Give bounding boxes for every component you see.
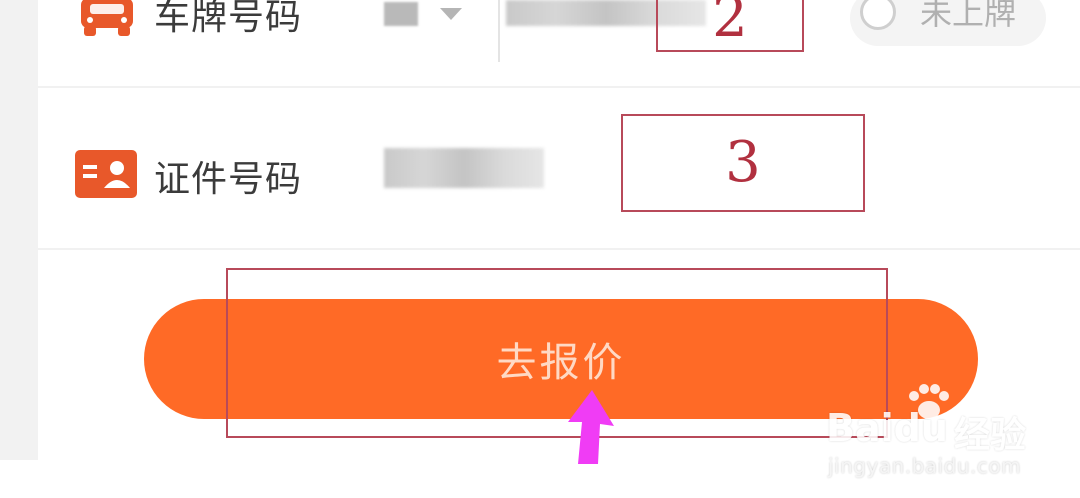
row-divider: [38, 248, 1080, 250]
watermark-suffix: 经验: [954, 415, 1027, 456]
annotation-number-3: 3: [725, 130, 761, 195]
watermark-url: jingyan.baidu.com: [828, 454, 1022, 478]
province-select[interactable]: [384, 0, 474, 30]
car-icon: [81, 0, 133, 36]
watermark-brand: Bai: [826, 406, 894, 450]
plate-number-label: 车牌号码: [154, 0, 303, 38]
row-divider: [38, 86, 1080, 88]
annotation-number-2: 2: [712, 0, 748, 50]
id-card-icon: [75, 150, 137, 198]
id-number-label: 证件号码: [154, 159, 303, 200]
pointer-arrow-icon: [568, 390, 614, 464]
annotation-box-button: [226, 268, 888, 438]
dropdown-caret-icon: [440, 8, 462, 20]
paw-icon: [909, 384, 949, 419]
page-gutter: [0, 0, 38, 460]
id-number-input[interactable]: [384, 148, 544, 188]
province-value: [384, 2, 418, 26]
baidu-jingyan-watermark: Baidu 经验 jingyan.baidu.com: [826, 382, 1066, 482]
unplated-label: 未上牌: [920, 0, 1017, 32]
field-separator: [498, 0, 500, 62]
